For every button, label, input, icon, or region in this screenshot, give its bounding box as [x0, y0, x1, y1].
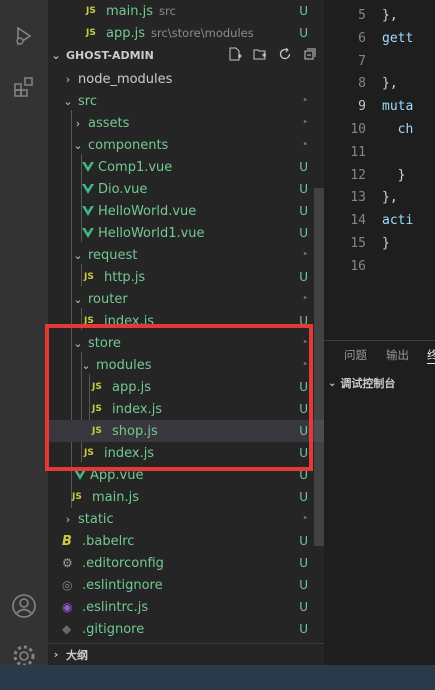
bottom-panel: 问题 输出 终 ⌄ 调试控制台 [324, 340, 435, 665]
vue-file-icon [82, 162, 94, 172]
activity-bar [0, 0, 48, 690]
chevron-right-icon: › [53, 648, 59, 661]
code-line: acti [382, 213, 414, 229]
tree-folder-components[interactable]: ⌄ components • [48, 134, 324, 156]
js-file-icon: JS [86, 28, 96, 38]
chevron-down-icon: ⌄ [63, 94, 73, 108]
eslint-ignore-icon: ◎ [62, 578, 73, 592]
sidebar-scrollbar[interactable] [314, 188, 324, 546]
outline-section-header[interactable]: › 大纲 [48, 643, 324, 665]
tree-file-main-js[interactable]: JS main.js U [48, 486, 324, 508]
babel-icon: B [62, 533, 72, 549]
line-number: 11 [350, 144, 366, 160]
vue-file-icon [82, 206, 94, 216]
run-debug-icon[interactable] [10, 22, 38, 50]
code-line: }, [382, 190, 398, 206]
chevron-right-icon: › [65, 72, 71, 86]
chevron-right-icon: › [75, 116, 81, 130]
chevron-down-icon: ⌄ [73, 138, 83, 152]
tab-problems[interactable]: 问题 [344, 347, 367, 363]
chevron-down-icon: ⌄ [328, 377, 337, 389]
line-number: 9 [358, 99, 366, 115]
js-file-icon: JS [72, 492, 82, 502]
tree-file-helloworld1-vue[interactable]: HelloWorld1.vue U [48, 222, 324, 244]
code-line: ch [382, 122, 414, 137]
tab-terminal[interactable]: 终 [427, 347, 435, 364]
tab-output[interactable]: 输出 [386, 347, 409, 363]
line-number: 14 [350, 213, 366, 229]
chevron-down-icon: ⌄ [51, 48, 61, 62]
vue-file-icon [82, 228, 94, 238]
tree-file-http-js[interactable]: JS http.js U [48, 266, 324, 288]
vue-file-icon [82, 184, 94, 194]
git-icon: ◆ [62, 622, 72, 636]
tree-folder-node-modules[interactable]: › node_modules [48, 68, 324, 90]
line-number: 7 [358, 53, 366, 69]
extensions-icon[interactable] [10, 73, 38, 101]
line-number: 16 [350, 258, 366, 274]
line-number: 10 [350, 122, 366, 137]
tree-file-babelrc[interactable]: B .babelrc U [48, 530, 324, 552]
tree-file-comp1-vue[interactable]: Comp1.vue U [48, 156, 324, 178]
chevron-down-icon: ⌄ [73, 248, 83, 262]
line-number: 15 [350, 236, 366, 251]
chevron-down-icon: ⌄ [73, 292, 83, 306]
line-number: 6 [358, 30, 366, 46]
account-icon[interactable] [10, 592, 38, 620]
new-file-icon[interactable] [227, 46, 243, 62]
tree-file-helloworld-vue[interactable]: HelloWorld.vue U [48, 200, 324, 222]
open-editor-app-js[interactable]: JS app.js src\store\modules U [48, 22, 324, 44]
outline-label: 大纲 [66, 648, 88, 662]
refresh-icon[interactable] [277, 46, 293, 62]
tree-folder-static[interactable]: › static • [48, 508, 324, 530]
project-title: GHOST-ADMIN [66, 48, 154, 62]
debug-console-header[interactable]: ⌄ 调试控制台 [328, 375, 395, 391]
chevron-right-icon: › [65, 512, 71, 526]
editorconfig-gear-icon: ⚙ [62, 556, 73, 570]
code-line: }, [382, 8, 398, 23]
tree-folder-router[interactable]: ⌄ router • [48, 288, 324, 310]
js-file-icon: JS [84, 272, 94, 282]
status-bar [0, 665, 435, 690]
line-number: 12 [350, 167, 366, 183]
tree-file-editorconfig[interactable]: ⚙ .editorconfig U [48, 552, 324, 574]
collapse-all-icon[interactable] [302, 46, 318, 62]
code-line: } [382, 236, 390, 251]
new-folder-icon[interactable] [252, 46, 268, 62]
code-editor[interactable]: 5}, 6 gett 7 8}, 9 muta 10 ch 11 12 } 13}, 14 acti 15… [324, 0, 435, 340]
tree-folder-src[interactable]: ⌄ src • [48, 90, 324, 112]
eslint-icon: ◉ [62, 600, 73, 614]
tree-file-gitignore[interactable]: ◆ .gitignore U [48, 618, 324, 640]
line-number: 8 [358, 76, 366, 92]
code-line: }, [382, 76, 398, 92]
tree-folder-assets[interactable]: › assets • [48, 112, 324, 134]
line-number: 13 [350, 190, 366, 206]
code-line: } [382, 167, 406, 183]
open-editor-main-js[interactable]: JS main.js src U [48, 0, 324, 22]
tree-file-dio-vue[interactable]: Dio.vue U [48, 178, 324, 200]
js-file-icon: JS [86, 6, 96, 16]
tree-folder-request[interactable]: ⌄ request • [48, 244, 324, 266]
tree-file-eslintignore[interactable]: ◎ .eslintignore U [48, 574, 324, 596]
explorer-section-header[interactable]: ⌄ GHOST-ADMIN [48, 44, 324, 66]
highlight-annotation-box [45, 324, 313, 471]
code-line: gett [382, 30, 414, 46]
debug-console-label: 调试控制台 [340, 377, 396, 390]
code-line: muta [382, 99, 414, 115]
tree-file-eslintrc-js[interactable]: ◉ .eslintrc.js U [48, 596, 324, 618]
line-number: 5 [358, 8, 366, 23]
